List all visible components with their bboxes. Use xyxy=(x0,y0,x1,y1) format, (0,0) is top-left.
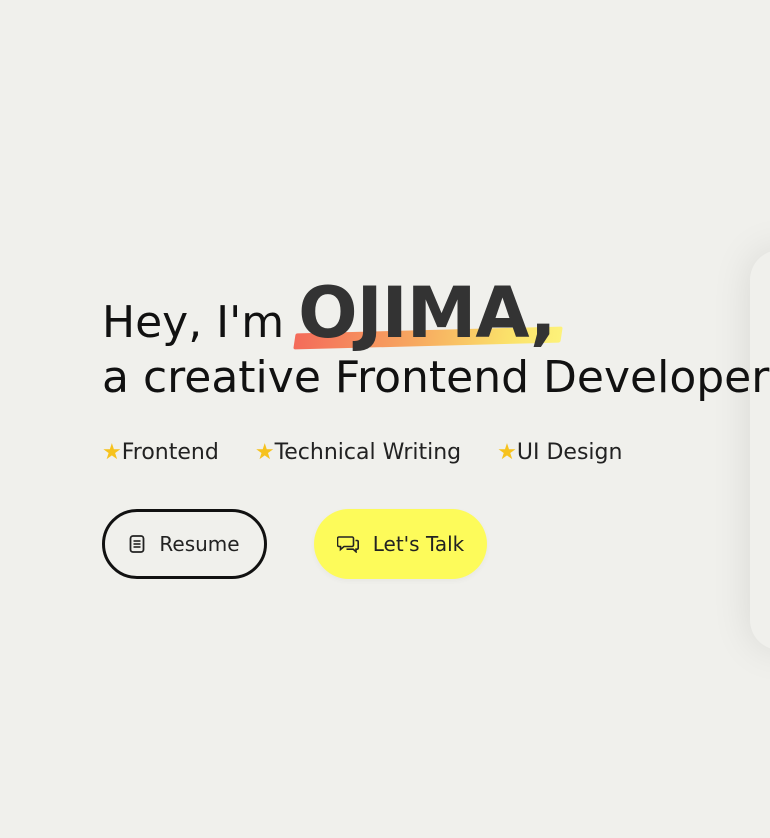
lets-talk-button-label: Let's Talk xyxy=(372,532,465,556)
skill-label: Technical Writing xyxy=(274,440,462,465)
star-icon: ★ xyxy=(102,440,122,465)
hero-name: OJIMA, xyxy=(298,272,556,354)
hero-tagline: a creative Frontend Developer xyxy=(102,352,770,403)
skill-item-frontend: ★ Frontend xyxy=(102,440,219,465)
chat-bubbles-icon xyxy=(336,535,359,553)
hero-line-1: Hey, I'm OJIMA, xyxy=(102,278,742,350)
side-panel-edge xyxy=(750,250,770,650)
skill-label: UI Design xyxy=(516,440,623,465)
resume-button[interactable]: Resume xyxy=(102,509,267,579)
hero-name-wrap: OJIMA, xyxy=(293,278,564,350)
skill-item-technical-writing: ★ Technical Writing xyxy=(255,440,461,465)
skill-item-ui-design: ★ UI Design xyxy=(497,440,622,465)
skills-list: ★ Frontend ★ Technical Writing ★ UI Desi… xyxy=(102,440,658,465)
star-icon: ★ xyxy=(497,440,517,465)
star-icon: ★ xyxy=(254,440,275,465)
lets-talk-button[interactable]: Let's Talk xyxy=(314,509,487,579)
resume-button-label: Resume xyxy=(159,532,240,556)
hero-actions: Resume Let's Talk xyxy=(102,509,487,579)
skill-label: Frontend xyxy=(121,440,219,465)
page: Hey, I'm OJIMA, a creative Frontend Deve… xyxy=(0,0,770,838)
hero-greeting: Hey, I'm xyxy=(102,297,285,348)
document-icon xyxy=(129,535,145,553)
hero-heading: Hey, I'm OJIMA, a creative Frontend Deve… xyxy=(102,278,770,403)
